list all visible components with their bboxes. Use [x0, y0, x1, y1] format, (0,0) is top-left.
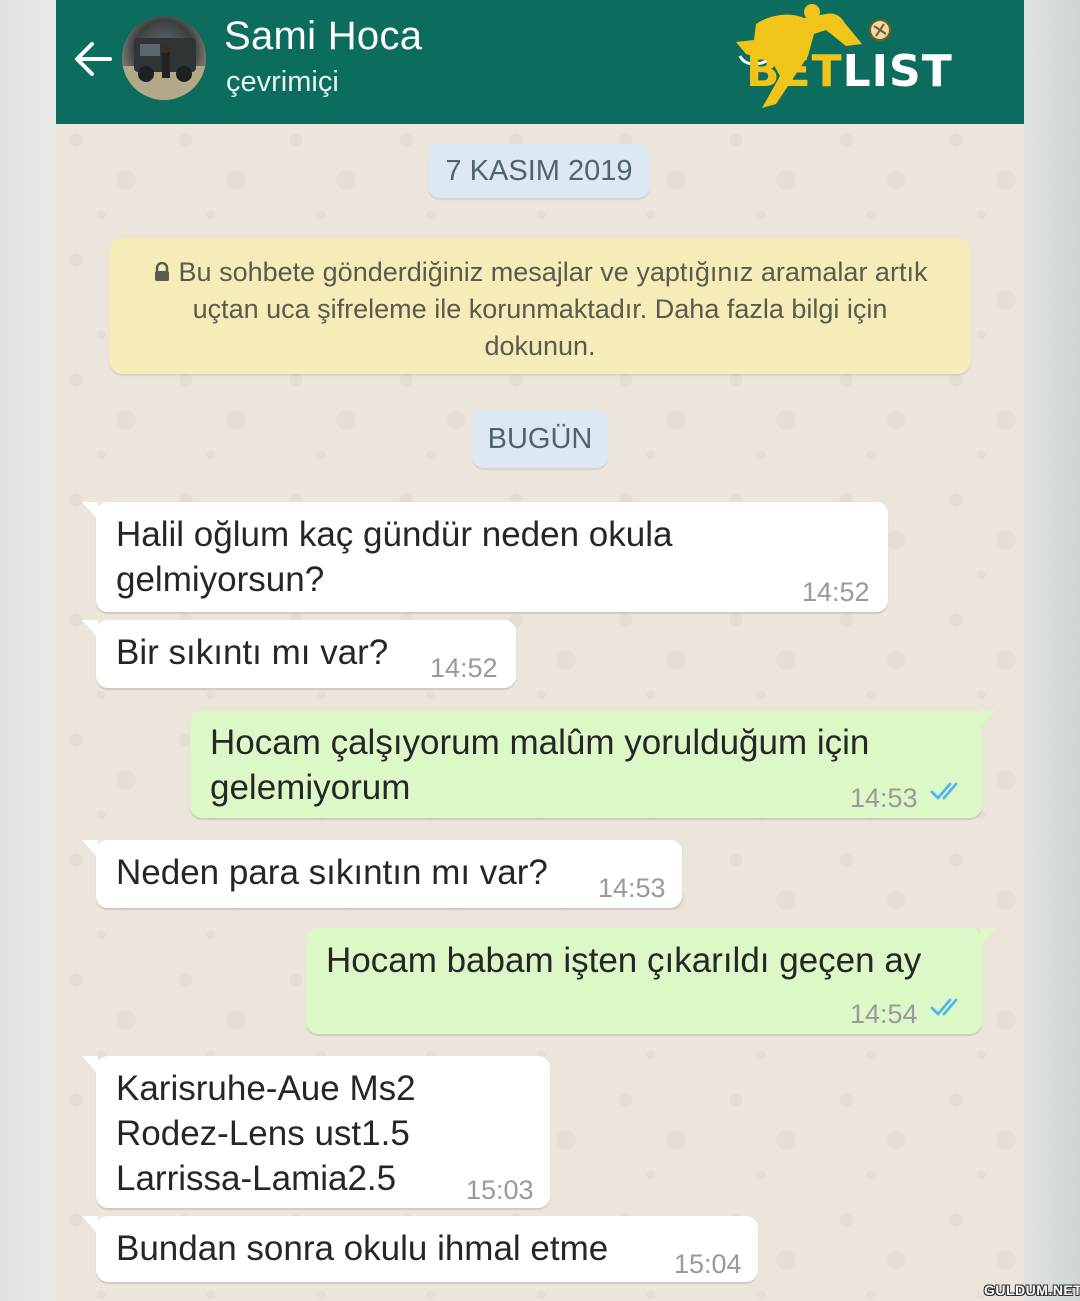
back-arrow-icon[interactable]	[70, 36, 116, 82]
message-text: Bir sıkıntı mı var?	[116, 633, 389, 672]
double-check-icon	[930, 998, 958, 1016]
message-bubble-outgoing[interactable]: Hocam çalşıyorum malûm yorulduğum için g…	[190, 710, 996, 818]
avatar-photo	[122, 38, 206, 100]
message-bubble-outgoing[interactable]: Hocam babam işten çıkarıldı geçen ay 14:…	[306, 928, 996, 1034]
logo-text-list: LIST	[842, 46, 953, 97]
message-bubble-incoming[interactable]: Neden para sıkıntın mı var? 14:53	[82, 840, 682, 908]
watermark: GULDUM.NET	[984, 1282, 1080, 1298]
encryption-notice[interactable]: Bu sohbete gönderdiğiniz mesajlar ve yap…	[110, 238, 970, 374]
message-time: 15:04	[674, 1249, 742, 1279]
chat-screen: Sami Hoca çevrimiçi BETLIST 7 KASIM 2019…	[56, 0, 1024, 1301]
contact-name[interactable]: Sami Hoca	[224, 14, 422, 59]
message-bubble-incoming[interactable]: Karisruhe-Aue Ms2 Rodez-Lens ust1.5 Larr…	[82, 1056, 550, 1208]
message-text: Bundan sonra okulu ihmal etme	[116, 1229, 609, 1268]
lock-icon	[154, 262, 169, 281]
message-time: 15:03	[466, 1175, 534, 1205]
logo-text-bet: BET	[746, 46, 843, 97]
chat-header: Sami Hoca çevrimiçi BETLIST	[56, 0, 1024, 124]
message-text: Hocam çalşıyorum malûm yorulduğum için g…	[210, 723, 870, 807]
date-chip-today: BUGÜN	[472, 410, 608, 468]
message-time: 14:53	[598, 873, 666, 903]
avatar[interactable]	[122, 16, 206, 100]
message-text: Karisruhe-Aue Ms2 Rodez-Lens ust1.5 Larr…	[116, 1069, 416, 1198]
logo-wordmark: BETLIST	[746, 46, 953, 97]
message-text: Hocam babam işten çıkarıldı geçen ay	[326, 941, 922, 980]
message-time: 14:54	[850, 999, 918, 1029]
message-time: 14:52	[430, 653, 498, 683]
message-text: Neden para sıkıntın mı var?	[116, 853, 548, 892]
message-bubble-incoming[interactable]: Bundan sonra okulu ihmal etme 15:04	[82, 1216, 758, 1282]
contact-status: çevrimiçi	[226, 66, 339, 98]
message-time: 14:53	[850, 783, 918, 813]
message-text: Halil oğlum kaç gündür neden okula gelmi…	[116, 515, 673, 599]
encryption-notice-text: Bu sohbete gönderdiğiniz mesajlar ve yap…	[178, 257, 928, 361]
message-time: 14:52	[802, 577, 870, 607]
double-check-icon	[930, 782, 958, 800]
message-bubble-incoming[interactable]: Bir sıkıntı mı var? 14:52	[82, 620, 516, 688]
date-chip-first: 7 KASIM 2019	[428, 144, 650, 198]
message-bubble-incoming[interactable]: Halil oğlum kaç gündür neden okula gelmi…	[82, 502, 888, 612]
